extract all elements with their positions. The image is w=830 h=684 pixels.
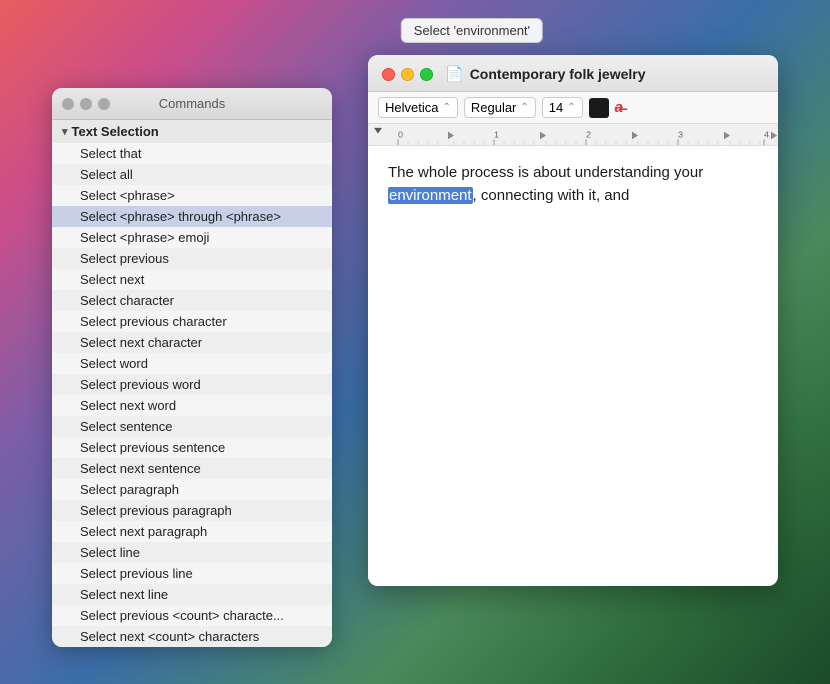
font-size-control[interactable]: 14 ⌃ [542, 97, 583, 118]
editor-titlebar: 📄 Contemporary folk jewelry [368, 55, 778, 92]
commands-panel-title: Commands [159, 96, 225, 111]
command-item[interactable]: Select previous character [52, 311, 332, 332]
command-item[interactable]: Select all [52, 164, 332, 185]
editor-content[interactable]: The whole process is about understanding… [368, 146, 778, 586]
highlighted-word: environment [388, 187, 473, 204]
section-label: Text Selection [72, 124, 159, 139]
titlebar-buttons [62, 98, 110, 110]
section-header-text-selection: ▾ Text Selection [52, 120, 332, 143]
font-style-value: Regular [471, 100, 517, 115]
svg-text:2: 2 [586, 130, 591, 140]
command-item[interactable]: Select next sentence [52, 458, 332, 479]
ruler: 0 1 2 [368, 124, 778, 146]
maximize-button-editor[interactable] [420, 68, 433, 81]
command-item[interactable]: Select word [52, 353, 332, 374]
commands-panel: Commands ▾ Text Selection Select thatSel… [52, 88, 332, 647]
svg-text:3: 3 [678, 130, 683, 140]
strikethrough-icon[interactable]: a̶ [615, 99, 623, 116]
document-icon: 📄 [445, 65, 464, 83]
command-item[interactable]: Select next word [52, 395, 332, 416]
command-items-container: Select thatSelect allSelect <phrase>Sele… [52, 143, 332, 647]
tooltip-label: Select 'environment' [401, 18, 543, 43]
command-item[interactable]: Select <phrase> [52, 185, 332, 206]
command-item[interactable]: Select previous [52, 248, 332, 269]
font-size-value: 14 [549, 100, 563, 115]
font-family-chevron-icon: ⌃ [442, 102, 450, 113]
command-item[interactable]: Select sentence [52, 416, 332, 437]
svg-text:1: 1 [494, 130, 499, 140]
commands-titlebar: Commands [52, 88, 332, 120]
commands-list: ▾ Text Selection Select thatSelect allSe… [52, 120, 332, 647]
minimize-button-editor[interactable] [401, 68, 414, 81]
color-swatch[interactable] [589, 98, 609, 118]
command-item[interactable]: Select next line [52, 584, 332, 605]
chevron-down-icon: ▾ [62, 125, 68, 138]
minimize-button-commands[interactable] [80, 98, 92, 110]
editor-title: Contemporary folk jewelry [470, 66, 646, 82]
close-button-editor[interactable] [382, 68, 395, 81]
content-after: , connecting with it, and [473, 187, 630, 204]
command-item[interactable]: Select next paragraph [52, 521, 332, 542]
font-style-chevron-icon: ⌃ [520, 102, 528, 113]
editor-toolbar: Helvetica ⌃ Regular ⌃ 14 ⌃ a̶ [368, 92, 778, 124]
font-family-select[interactable]: Helvetica ⌃ [378, 97, 458, 118]
command-item[interactable]: Select previous sentence [52, 437, 332, 458]
maximize-button-commands[interactable] [98, 98, 110, 110]
command-item[interactable]: Select previous line [52, 563, 332, 584]
command-item[interactable]: Select previous paragraph [52, 500, 332, 521]
svg-text:4: 4 [764, 130, 769, 140]
command-item[interactable]: Select character [52, 290, 332, 311]
editor-window: 📄 Contemporary folk jewelry Helvetica ⌃ … [368, 55, 778, 586]
font-style-select[interactable]: Regular ⌃ [464, 97, 536, 118]
command-item[interactable]: Select next [52, 269, 332, 290]
content-before: The whole process is about understanding… [388, 164, 703, 181]
close-button-commands[interactable] [62, 98, 74, 110]
editor-window-buttons [382, 68, 433, 81]
font-size-chevron-icon: ⌃ [567, 102, 575, 113]
command-item[interactable]: Select next <count> characters [52, 626, 332, 647]
command-item[interactable]: Select previous <count> characte... [52, 605, 332, 626]
command-item[interactable]: Select <phrase> emoji [52, 227, 332, 248]
command-item[interactable]: Select next character [52, 332, 332, 353]
font-family-value: Helvetica [385, 100, 438, 115]
command-item[interactable]: Select line [52, 542, 332, 563]
command-item[interactable]: Select that [52, 143, 332, 164]
command-item[interactable]: Select paragraph [52, 479, 332, 500]
svg-text:0: 0 [398, 130, 403, 140]
command-item[interactable]: Select previous word [52, 374, 332, 395]
command-item[interactable]: Select <phrase> through <phrase> [52, 206, 332, 227]
